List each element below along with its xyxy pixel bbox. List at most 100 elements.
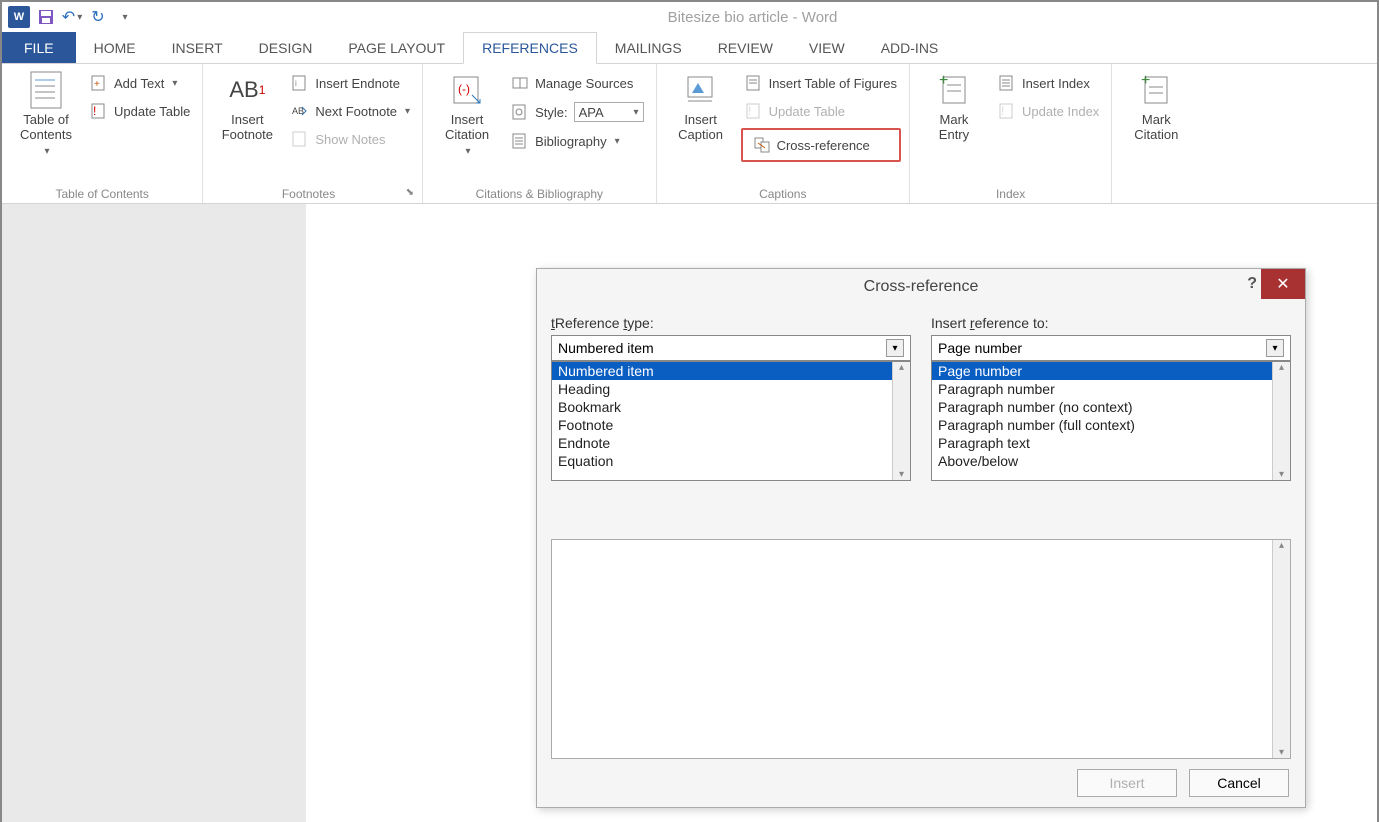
chevron-down-icon: ▾ — [886, 339, 904, 357]
reference-type-list[interactable]: Numbered item Heading Bookmark Footnote … — [551, 361, 911, 481]
svg-text:+: + — [1141, 73, 1150, 89]
for-which-list[interactable]: ▴▾ — [551, 539, 1291, 759]
list-item[interactable]: Heading — [552, 380, 892, 398]
insert-reference-to-column: Insert reference to: Page number ▾ Page … — [931, 315, 1291, 529]
insert-citation-button[interactable]: (-) Insert Citation▾ — [431, 68, 503, 185]
insert-footnote-label: Insert Footnote — [222, 112, 273, 142]
mark-entry-icon: + — [936, 72, 972, 108]
list-item[interactable]: Paragraph number — [932, 380, 1272, 398]
insert-button[interactable]: Insert — [1077, 769, 1177, 797]
group-table-of-authorities: + Mark Citation — [1112, 64, 1200, 203]
tab-file[interactable]: FILE — [2, 32, 76, 63]
cross-reference-button[interactable]: Cross-reference — [741, 128, 901, 162]
insert-citation-label: Insert Citation — [445, 112, 489, 142]
insert-caption-icon — [683, 72, 719, 108]
cancel-button[interactable]: Cancel — [1189, 769, 1289, 797]
update-index-button[interactable]: ! Update Index — [994, 100, 1103, 122]
list-item[interactable]: Equation — [552, 452, 892, 470]
svg-text:+: + — [939, 73, 948, 89]
update-table-figures-button[interactable]: ! Update Table — [741, 100, 901, 122]
tab-addins[interactable]: ADD-INS — [863, 32, 957, 63]
list-item[interactable]: Numbered item — [552, 362, 892, 380]
citation-style-control[interactable]: Style: APA▾ — [507, 100, 648, 124]
next-footnote-button[interactable]: AB Next Footnote▾ — [287, 100, 414, 122]
manage-sources-button[interactable]: Manage Sources — [507, 72, 648, 94]
tab-view[interactable]: VIEW — [791, 32, 863, 63]
svg-text:!: ! — [1001, 104, 1004, 118]
group-label-index: Index — [918, 185, 1103, 201]
table-of-contents-label: Table of Contents — [20, 112, 72, 142]
tab-insert[interactable]: INSERT — [154, 32, 241, 63]
list-item[interactable]: Page number — [932, 362, 1272, 380]
tab-mailings[interactable]: MAILINGS — [597, 32, 700, 63]
group-footnotes: AB1 Insert Footnote i Insert Endnote AB … — [203, 64, 423, 203]
cross-reference-icon — [753, 136, 771, 154]
redo-button[interactable]: ↻ — [88, 7, 108, 27]
undo-button[interactable]: ↶▾ — [62, 7, 82, 27]
bibliography-button[interactable]: Bibliography▾ — [507, 130, 648, 152]
insert-reference-to-combo[interactable]: Page number ▾ — [931, 335, 1291, 361]
quick-access-toolbar: W ↶▾ ↻ ▾ — [8, 6, 134, 28]
group-label-captions: Captions — [665, 185, 901, 201]
add-text-button[interactable]: + Add Text▾ — [86, 72, 194, 94]
svg-text:i: i — [295, 79, 297, 88]
mark-citation-icon: + — [1138, 72, 1174, 108]
dialog-help-button[interactable]: ? — [1247, 275, 1257, 293]
tab-design[interactable]: DESIGN — [241, 32, 331, 63]
list-item[interactable]: Bookmark — [552, 398, 892, 416]
insert-caption-button[interactable]: Insert Caption — [665, 68, 737, 185]
add-text-icon: + — [90, 74, 108, 92]
insert-footnote-button[interactable]: AB1 Insert Footnote — [211, 68, 283, 185]
insert-citation-icon: (-) — [449, 72, 485, 108]
list-item[interactable]: Paragraph number (full context) — [932, 416, 1272, 434]
insert-table-of-figures-button[interactable]: Insert Table of Figures — [741, 72, 901, 94]
citation-style-select[interactable]: APA▾ — [574, 102, 644, 122]
manage-sources-icon — [511, 74, 529, 92]
word-app-icon[interactable]: W — [8, 6, 30, 28]
document-area: Cross-reference ? ✕ tReference type: Num… — [2, 204, 1377, 822]
tab-page-layout[interactable]: PAGE LAYOUT — [330, 32, 463, 63]
show-notes-button[interactable]: Show Notes — [287, 128, 414, 150]
insert-reference-to-list[interactable]: Page number Paragraph number Paragraph n… — [931, 361, 1291, 481]
update-tof-icon: ! — [745, 102, 763, 120]
bibliography-icon — [511, 132, 529, 150]
insert-endnote-icon: i — [291, 74, 309, 92]
ribbon-tabs: FILE HOME INSERT DESIGN PAGE LAYOUT REFE… — [2, 32, 1377, 64]
scrollbar[interactable]: ▴▾ — [1272, 540, 1290, 758]
list-item[interactable]: Paragraph text — [932, 434, 1272, 452]
mark-citation-label: Mark Citation — [1134, 112, 1178, 142]
list-item[interactable]: Above/below — [932, 452, 1272, 470]
tab-home[interactable]: HOME — [76, 32, 154, 63]
title-bar: W ↶▾ ↻ ▾ Bitesize bio article - Word — [2, 2, 1377, 32]
mark-entry-button[interactable]: + Mark Entry — [918, 68, 990, 185]
insert-endnote-button[interactable]: i Insert Endnote — [287, 72, 414, 94]
insert-index-button[interactable]: Insert Index — [994, 72, 1103, 94]
scrollbar[interactable]: ▴▾ — [1272, 362, 1290, 480]
cross-reference-dialog: Cross-reference ? ✕ tReference type: Num… — [536, 268, 1306, 808]
insert-caption-label: Insert Caption — [678, 112, 723, 142]
table-of-contents-button[interactable]: Table of Contents▾ — [10, 68, 82, 185]
chevron-down-icon: ▾ — [1266, 339, 1284, 357]
dialog-footer: Insert Cancel — [537, 759, 1305, 807]
list-item[interactable]: Paragraph number (no context) — [932, 398, 1272, 416]
ribbon: Table of Contents▾ + Add Text▾ ! Update … — [2, 64, 1377, 204]
list-item[interactable]: Endnote — [552, 434, 892, 452]
svg-text:!: ! — [93, 104, 96, 118]
mark-entry-label: Mark Entry — [939, 112, 969, 142]
dialog-close-button[interactable]: ✕ — [1261, 269, 1305, 299]
insert-index-icon — [998, 74, 1016, 92]
group-label-toc: Table of Contents — [10, 185, 194, 201]
qat-customize-button[interactable]: ▾ — [114, 7, 134, 27]
save-button[interactable] — [36, 7, 56, 27]
insert-footnote-icon: AB1 — [229, 72, 265, 108]
svg-text:!: ! — [748, 104, 751, 118]
mark-citation-button[interactable]: + Mark Citation — [1120, 68, 1192, 199]
show-notes-icon — [291, 130, 309, 148]
group-label-toa — [1120, 199, 1192, 201]
tab-review[interactable]: REVIEW — [700, 32, 791, 63]
tab-references[interactable]: REFERENCES — [463, 32, 597, 64]
reference-type-combo[interactable]: Numbered item ▾ — [551, 335, 911, 361]
list-item[interactable]: Footnote — [552, 416, 892, 434]
scrollbar[interactable]: ▴▾ — [892, 362, 910, 480]
update-table-button[interactable]: ! Update Table — [86, 100, 194, 122]
